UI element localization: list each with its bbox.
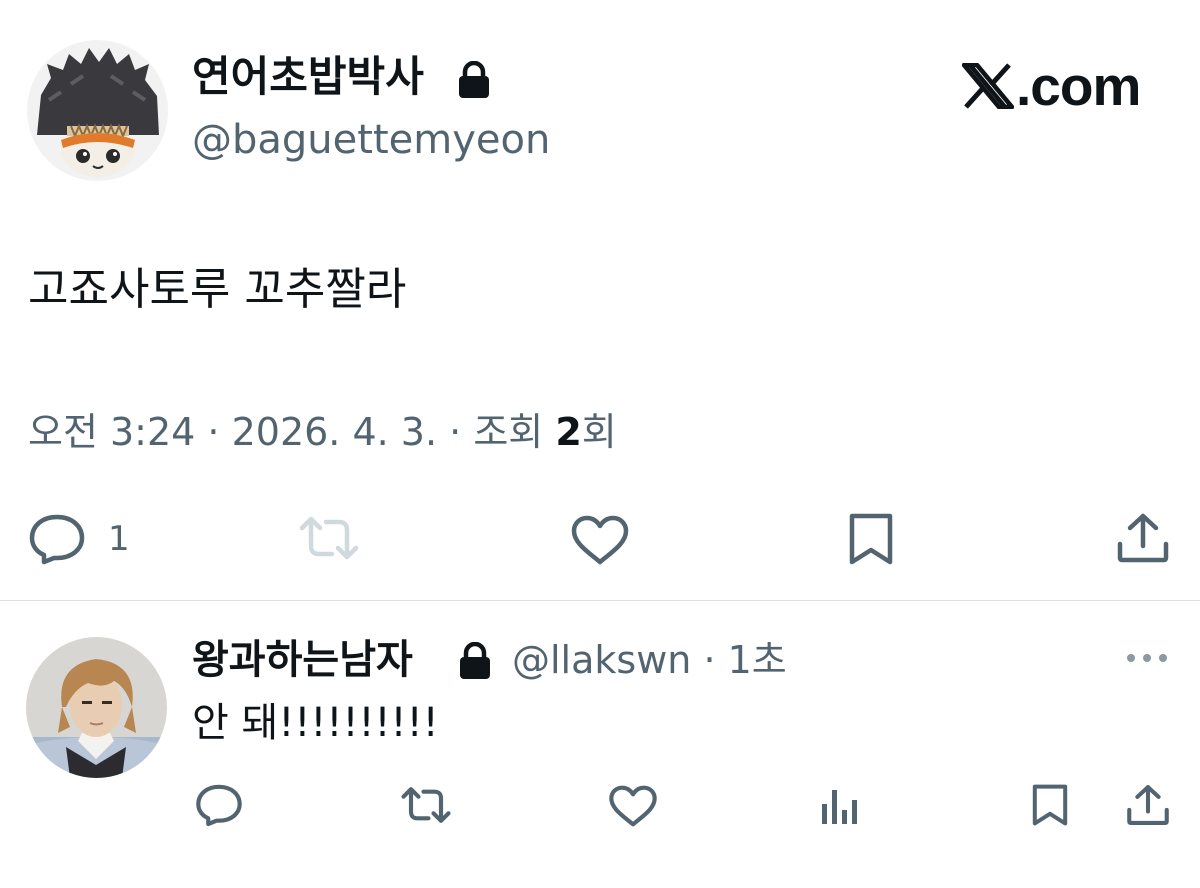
x-logo-icon [962,63,1014,109]
more-icon [1127,654,1167,662]
reply-icon [29,514,85,565]
tweet-date[interactable]: 2026. 4. 3. [232,410,437,454]
lock-icon [456,60,492,103]
author-avatar[interactable] [27,40,168,181]
bar-chart-icon [822,790,857,824]
reply-icon [196,784,242,827]
reply-retweet-button[interactable] [400,785,452,825]
lock-icon [457,641,493,684]
author-handle[interactable]: @baguettemyeon [192,120,550,160]
reply-like-button[interactable] [608,784,658,828]
reply-bookmark-button[interactable] [1030,783,1070,827]
like-button[interactable] [570,514,630,566]
tweet-text: 고죠사토루 꼬추짤라 [28,264,407,315]
bookmark-icon [849,513,893,565]
reply-views-button[interactable] [820,786,860,826]
views-suffix: 회 [581,410,617,454]
views-count: 2 [555,410,582,454]
tweet-meta: 오전 3:24 · 2026. 4. 3. · 조회 2회 [28,413,617,451]
reply-author-name[interactable]: 왕과하는남자 [192,640,413,680]
reply-share-button[interactable] [1126,783,1170,827]
tweet-time[interactable]: 오전 3:24 [28,410,195,454]
share-button[interactable] [1116,512,1170,564]
more-options-button[interactable] [1125,650,1169,670]
author-name[interactable]: 연어초밥박사 [192,56,424,98]
heart-icon [609,785,657,827]
retweet-icon [401,787,451,823]
retweet-button [298,514,360,562]
meta-separator: · [437,410,474,454]
heart-icon [571,515,629,565]
x-logo: .com [962,54,1141,117]
bookmark-button[interactable] [846,512,896,566]
retweet-icon [299,516,359,560]
x-logo-text: .com [1016,54,1141,117]
meta-separator: · [195,410,232,454]
reply-button[interactable]: 1 [28,513,130,565]
bookmark-icon [1032,784,1068,826]
reply-text: 안 돼!!!!!!!!!! [192,700,439,746]
share-icon [1117,513,1169,563]
divider [0,600,1200,601]
reply-author-avatar[interactable] [26,637,167,778]
share-icon [1127,785,1169,825]
reply-author-handle[interactable]: @llakswn · 1초 [512,641,787,679]
views-label: 조회 [473,410,556,454]
reply-reply-button[interactable] [195,783,243,827]
reply-count: 1 [108,519,130,559]
